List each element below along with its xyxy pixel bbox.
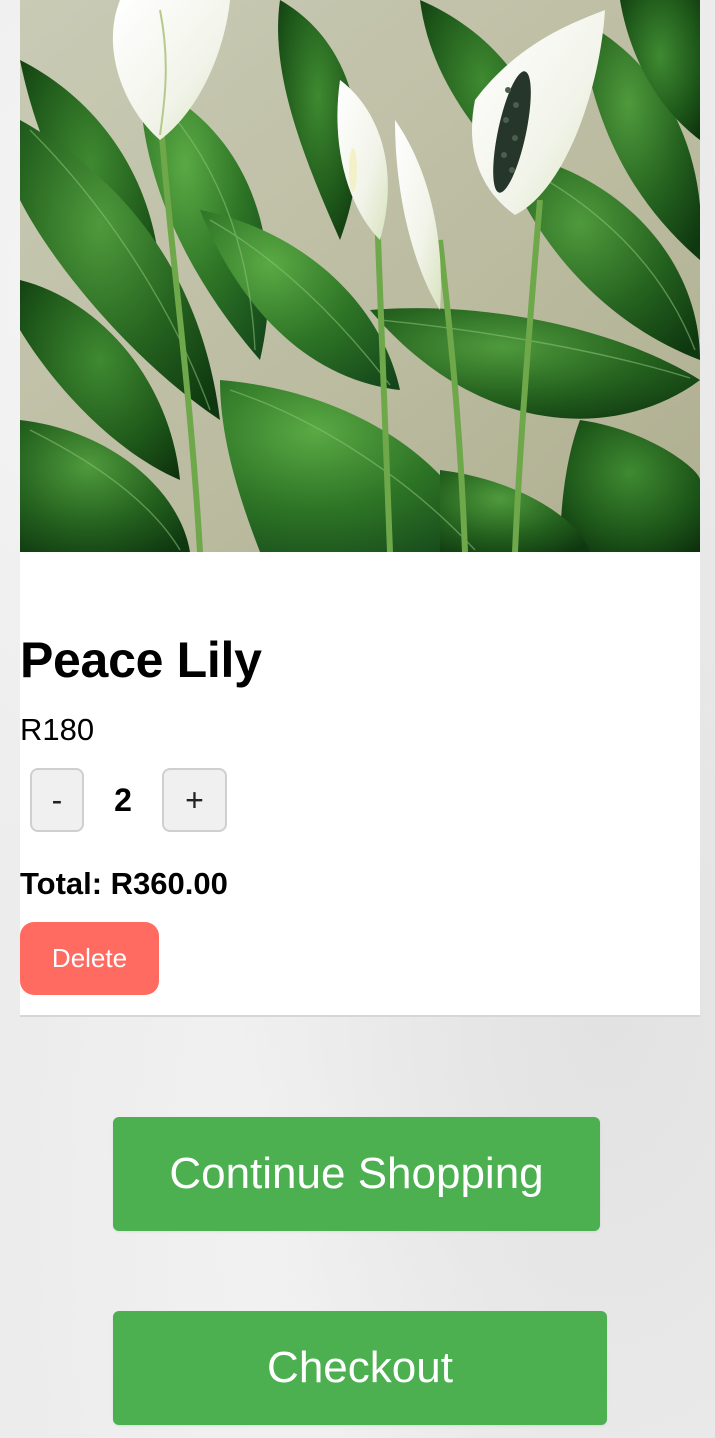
peace-lily-photo (20, 0, 700, 552)
product-price: R180 (20, 712, 95, 747)
quantity-value: 2 (114, 782, 132, 818)
item-total: Total: R360.00 (20, 866, 228, 901)
cart-item-card: Peace Lily R180 - 2 + Total: R360.00 Del… (20, 0, 700, 1017)
product-name: Peace Lily (20, 632, 262, 688)
continue-shopping-button[interactable]: Continue Shopping (113, 1117, 600, 1231)
checkout-button[interactable]: Checkout (113, 1311, 607, 1425)
decrease-quantity-button[interactable]: - (30, 768, 84, 832)
delete-button[interactable]: Delete (20, 922, 159, 995)
increase-quantity-button[interactable]: + (162, 768, 227, 832)
product-image (20, 0, 700, 552)
